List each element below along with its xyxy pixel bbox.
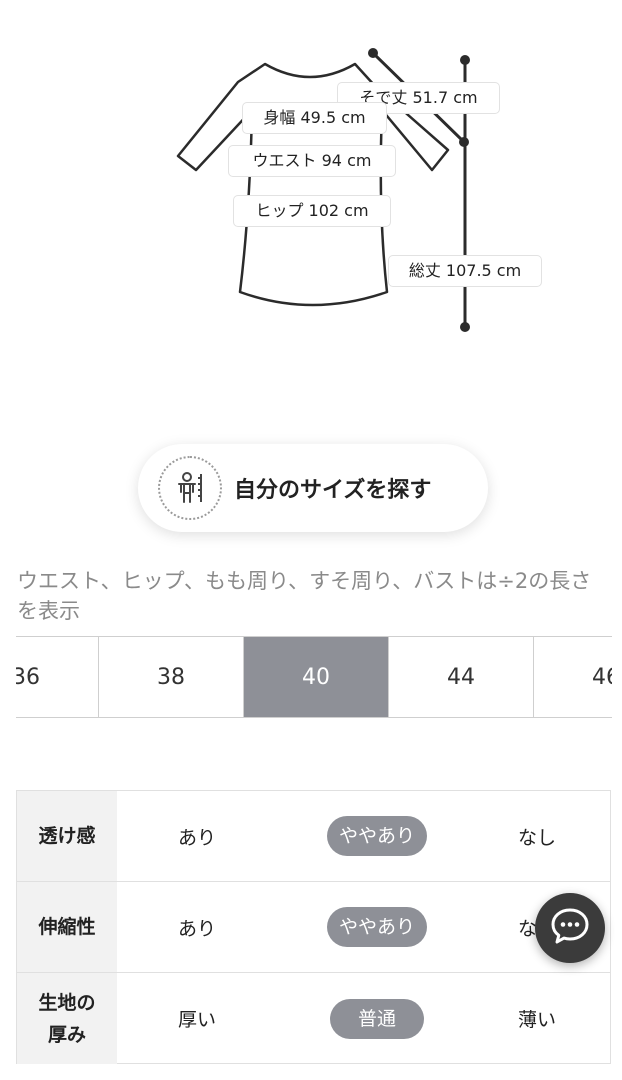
find-my-size-label: 自分のサイズを探す: [234, 478, 432, 503]
option-text: 薄い: [517, 1009, 556, 1031]
chat-button[interactable]: [535, 893, 605, 963]
size-tab-46[interactable]: 46: [533, 637, 612, 717]
material-table: 透け感 あり ややあり なし 伸縮性 あり ややあり なし 生地の 厚み 厚い …: [16, 790, 611, 1064]
row-label-transparency: 透け感: [17, 791, 117, 881]
row-label-stretch: 伸縮性: [17, 882, 117, 972]
row-label-line1: 生地の: [38, 991, 96, 1014]
find-my-size-button[interactable]: 自分のサイズを探す: [138, 444, 488, 532]
option-selected: ややあり: [307, 882, 447, 972]
option-text: あり: [177, 826, 216, 849]
size-tabs: 36 38 40 44 46: [16, 636, 612, 718]
table-row-stretch: 伸縮性 あり ややあり なし: [17, 882, 610, 973]
table-row-transparency: 透け感 あり ややあり なし: [17, 791, 610, 882]
selected-pill: ややあり: [326, 816, 427, 856]
waist-label: ウエスト 94 cm: [228, 145, 396, 177]
body-width-label: 身幅 49.5 cm: [242, 102, 387, 134]
size-tab-40[interactable]: 40: [243, 637, 388, 717]
row-label-line2: 厚み: [47, 1023, 86, 1046]
option-text: あり: [177, 917, 216, 940]
selected-pill: 普通: [329, 998, 424, 1039]
measure-person-icon: [158, 456, 222, 520]
option-text: 厚い: [177, 1009, 216, 1031]
selected-pill: ややあり: [326, 907, 427, 947]
hip-label: ヒップ 102 cm: [233, 195, 391, 227]
measurement-note: ウエスト、ヒップ、もも周り、すそ周り、バストは÷2の長さを表示: [17, 569, 592, 623]
option-selected: 普通: [307, 973, 447, 1064]
row-label-thickness: 生地の 厚み: [17, 973, 117, 1064]
chat-bubble-icon: [549, 906, 591, 950]
size-tab-36[interactable]: 36: [16, 637, 98, 717]
option-text: なし: [517, 826, 556, 849]
measurement-diagram: そで丈 51.7 cm 身幅 49.5 cm ウエスト 94 cm ヒップ 10…: [0, 0, 622, 350]
size-tab-38[interactable]: 38: [98, 637, 243, 717]
option-selected: ややあり: [307, 791, 447, 881]
size-tab-44[interactable]: 44: [388, 637, 533, 717]
total-length-label: 総丈 107.5 cm: [388, 255, 542, 287]
table-row-thickness: 生地の 厚み 厚い 普通 薄い: [17, 973, 610, 1064]
